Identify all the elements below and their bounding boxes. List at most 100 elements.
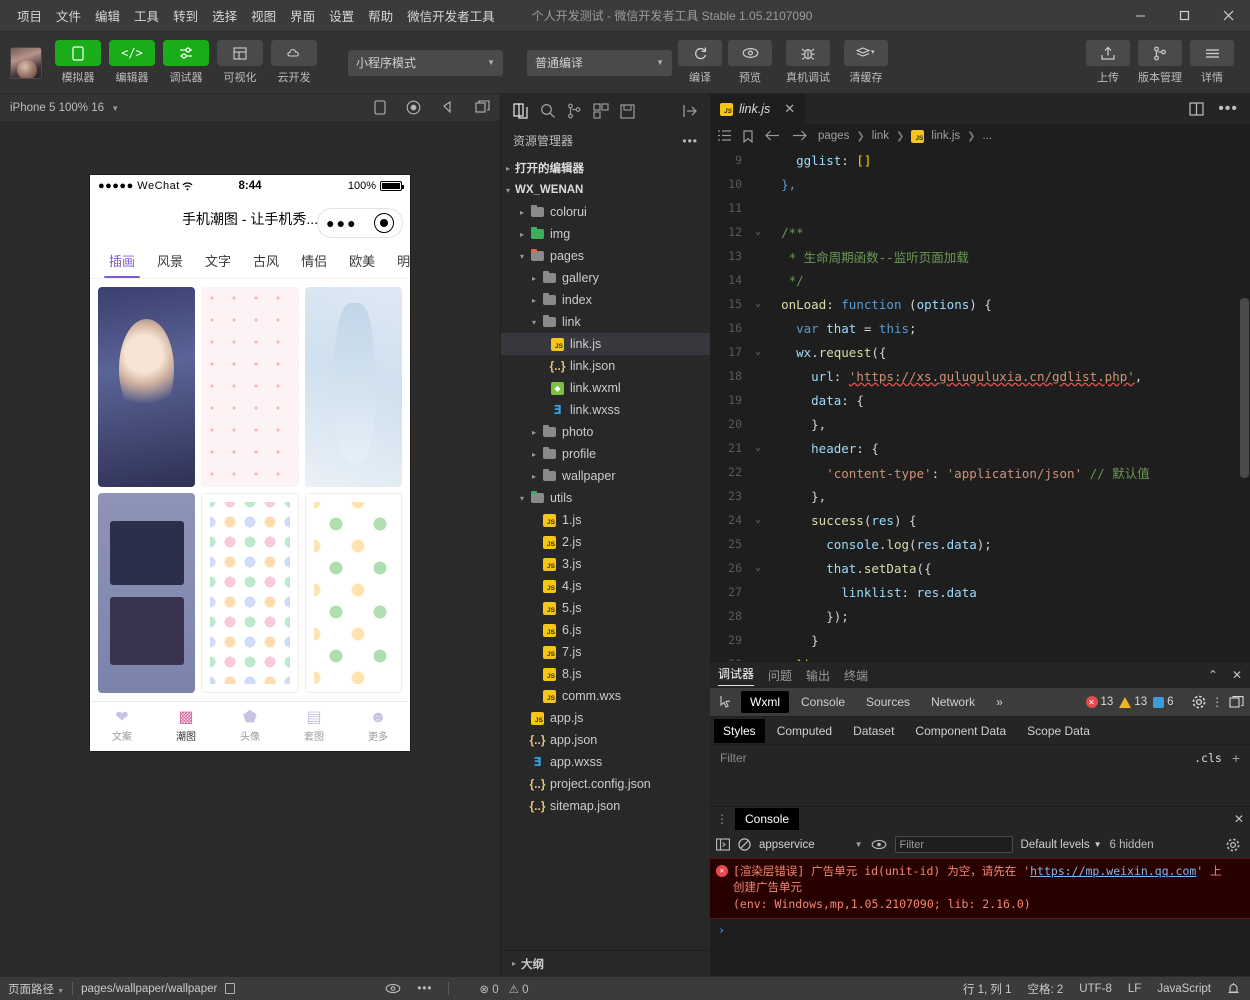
subtab-computed[interactable]: Computed — [768, 719, 841, 743]
toolbar-button-debugger[interactable]: 调试器 — [162, 40, 210, 85]
menu-item-file[interactable]: 文件 — [49, 2, 88, 29]
collapse-icon[interactable] — [683, 104, 698, 118]
split-editor-icon[interactable] — [1189, 102, 1204, 116]
breadcrumb-segment-pages[interactable]: pages — [818, 130, 849, 142]
toolbar-button-preview[interactable]: 预览 — [728, 40, 772, 85]
dock-icon[interactable] — [1229, 695, 1244, 709]
breadcrumb-segment-more[interactable]: ... — [983, 130, 993, 142]
console-prompt[interactable]: › — [710, 919, 1250, 941]
phone-tab-couple[interactable]: 情侣 — [290, 241, 338, 278]
phone-tabbar-item-images[interactable]: ▩ 潮图 — [154, 702, 218, 751]
tree-item-index[interactable]: ▸ index — [501, 289, 710, 311]
kebab-icon[interactable]: ⋮ — [1212, 695, 1224, 709]
status-more-icon[interactable]: ••• — [417, 983, 432, 995]
subtab-styles[interactable]: Styles — [714, 718, 765, 743]
breadcrumb-segment-file[interactable]: link.js — [931, 130, 960, 142]
devtools-pane-problems[interactable]: 问题 — [768, 667, 792, 684]
notifications-icon[interactable] — [1227, 982, 1240, 996]
tree-item-link-js[interactable]: JS link.js — [501, 333, 710, 355]
eol-setting[interactable]: LF — [1128, 983, 1141, 995]
grid-item[interactable] — [304, 493, 402, 693]
volume-icon[interactable] — [441, 100, 455, 115]
tree-item-link-json[interactable]: {..} link.json — [501, 355, 710, 377]
tree-item-colorui[interactable]: ▸ colorui — [501, 201, 710, 223]
editor-scrollbar[interactable] — [1238, 148, 1250, 661]
phone-tabbar-item-set[interactable]: ▤ 套图 — [282, 702, 346, 751]
phone-tab-illustration[interactable]: 插画 — [98, 241, 146, 278]
tree-item-8js[interactable]: JS 8.js — [501, 663, 710, 685]
tree-item-6js[interactable]: JS 6.js — [501, 619, 710, 641]
tree-item-sitemap[interactable]: {..} sitemap.json — [501, 795, 710, 817]
menu-item-help[interactable]: 帮助 — [361, 2, 400, 29]
devtools-tab-network[interactable]: Network — [922, 691, 984, 713]
grid-item[interactable] — [98, 287, 196, 487]
tree-item-link-wxml[interactable]: ◆ link.wxml — [501, 377, 710, 399]
tree-item-4js[interactable]: JS 4.js — [501, 575, 710, 597]
settings-icon[interactable] — [1192, 695, 1206, 709]
menu-item-view[interactable]: 视图 — [244, 2, 283, 29]
tree-item-appjson[interactable]: {..} app.json — [501, 729, 710, 751]
tree-item-appjs[interactable]: JS app.js — [501, 707, 710, 729]
grid-item[interactable] — [98, 493, 196, 693]
minimize-button[interactable] — [1118, 0, 1162, 32]
tree-item-gallery[interactable]: ▸ gallery — [501, 267, 710, 289]
phone-tabbar-item-avatar[interactable]: ⬟ 头像 — [218, 702, 282, 751]
toolbar-button-version[interactable]: 版本管理 — [1138, 40, 1182, 85]
tree-item-7js[interactable]: JS 7.js — [501, 641, 710, 663]
breadcrumb-segment-link[interactable]: link — [872, 130, 889, 142]
devtools-tab-overflow[interactable]: » — [987, 691, 1012, 713]
outline-section[interactable]: ▸ 大纲 — [501, 950, 710, 976]
page-path-label[interactable]: 页面路径 ▼ — [8, 981, 64, 997]
compile-select[interactable]: 普通编译 ▼ — [527, 49, 672, 76]
save-icon[interactable] — [620, 103, 635, 119]
editor-tab-link-js[interactable]: JS link.js ✕ — [710, 94, 806, 124]
subtab-dataset[interactable]: Dataset — [844, 719, 903, 743]
tree-item-photo[interactable]: ▸ photo — [501, 421, 710, 443]
outline-icon[interactable] — [718, 129, 731, 143]
cursor-position[interactable]: 行 1, 列 1 — [963, 981, 1012, 997]
tree-item-1js[interactable]: JS 1.js — [501, 509, 710, 531]
tree-item-appwxss[interactable]: Ǝ app.wxss — [501, 751, 710, 773]
fold-toggle-icon[interactable]: ⌄ — [750, 515, 766, 525]
info-count[interactable]: 6 — [1153, 696, 1174, 708]
fold-toggle-icon[interactable]: ⌄ — [750, 227, 766, 237]
clear-console-icon[interactable] — [738, 838, 751, 851]
console-drawer-tab[interactable]: Console — [735, 808, 800, 830]
phone-tabbar-item-more[interactable]: ☻ 更多 — [346, 702, 410, 751]
capsule-menu-icon[interactable]: ●●● — [326, 215, 357, 231]
menu-item-interface[interactable]: 界面 — [283, 2, 322, 29]
devtools-tab-wxml[interactable]: Wxml — [741, 691, 789, 713]
tree-section-open-editors[interactable]: ▸ 打开的编辑器 — [501, 157, 710, 179]
fold-toggle-icon[interactable]: ⌄ — [750, 563, 766, 573]
menu-item-project[interactable]: 项目 — [10, 2, 49, 29]
kebab-icon[interactable]: ⋮ — [716, 812, 729, 826]
rotate-icon[interactable] — [374, 100, 386, 115]
styles-filter-input[interactable]: Filter — [720, 751, 747, 765]
console-sidebar-icon[interactable] — [716, 838, 730, 851]
console-error-link[interactable]: https://mp.weixin.qq.com — [1030, 864, 1196, 878]
toolbar-button-editor[interactable]: </> 编辑器 — [108, 40, 156, 85]
files-icon[interactable] — [513, 103, 529, 119]
tree-item-5js[interactable]: JS 5.js — [501, 597, 710, 619]
console-hidden-count[interactable]: 6 hidden — [1110, 839, 1154, 851]
avatar[interactable] — [10, 46, 42, 79]
menu-item-devtools[interactable]: 微信开发者工具 — [400, 2, 502, 29]
status-problem-counts[interactable]: ⊗ 0 ⚠ 0 — [479, 982, 528, 996]
console-levels-select[interactable]: Default levels ▼ — [1021, 839, 1102, 851]
tree-item-2js[interactable]: JS 2.js — [501, 531, 710, 553]
cls-button[interactable]: .cls — [1194, 751, 1222, 765]
tree-item-wallpaper[interactable]: ▸ wallpaper — [501, 465, 710, 487]
fold-toggle-icon[interactable]: ⌄ — [750, 299, 766, 309]
devtools-tab-console[interactable]: Console — [792, 691, 854, 713]
menu-item-goto[interactable]: 转到 — [166, 2, 205, 29]
grid-item[interactable] — [201, 493, 299, 693]
fold-toggle-icon[interactable]: ⌄ — [750, 347, 766, 357]
tree-item-projectconfig[interactable]: {..} project.config.json — [501, 773, 710, 795]
maximize-button[interactable] — [1162, 0, 1206, 32]
explorer-more-icon[interactable]: ••• — [682, 134, 698, 148]
close-button[interactable] — [1206, 0, 1250, 32]
tree-item-3js[interactable]: JS 3.js — [501, 553, 710, 575]
console-context-select[interactable]: appservice ▼ — [759, 839, 863, 851]
toolbar-button-realdevice[interactable]: 真机调试 — [786, 40, 830, 85]
toolbar-button-cloud[interactable]: 云开发 — [270, 40, 318, 85]
